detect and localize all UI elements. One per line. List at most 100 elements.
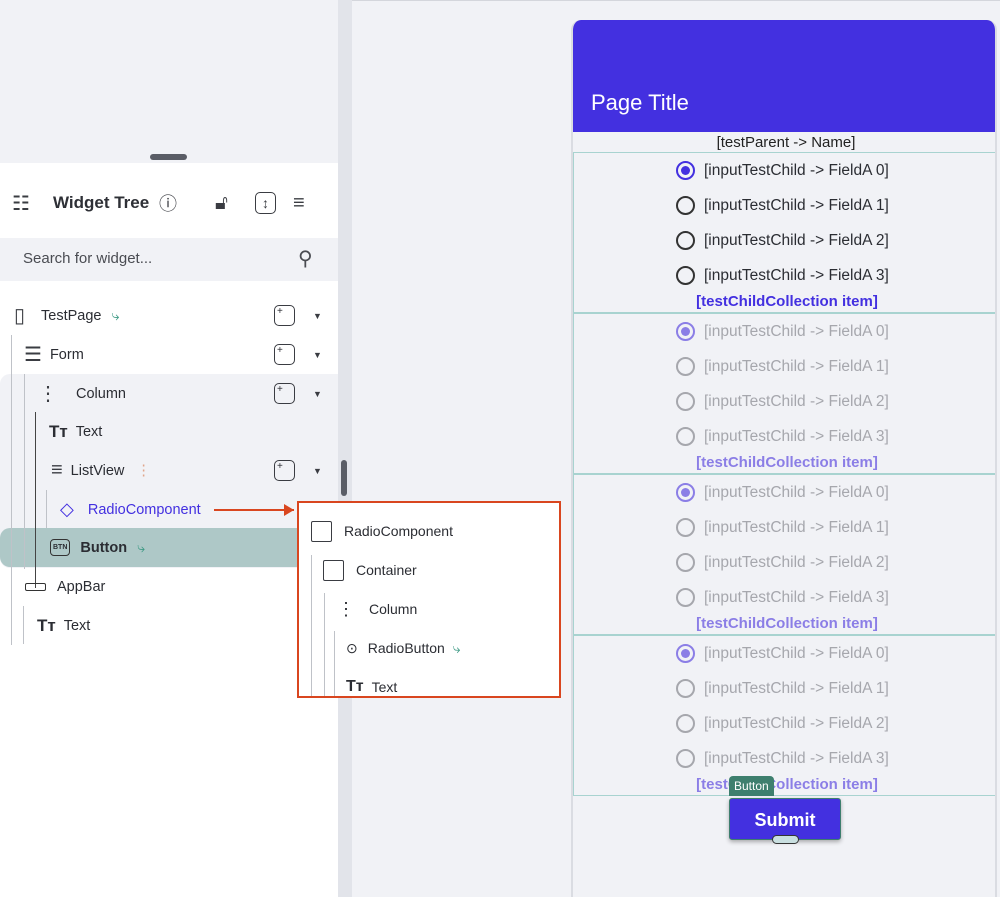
label: Text [63,617,91,634]
add-widget-icon[interactable]: + [274,383,295,404]
label: Container [356,562,417,578]
info-icon[interactable]: ⓘ [159,188,177,218]
radio-option[interactable]: [inputTestChild -> FieldA 0] [676,644,889,663]
search-input[interactable]: Search for widget... ⚲ [0,238,338,281]
label: RadioComponent [87,501,201,518]
radio-icon[interactable] [676,196,695,215]
panel-title: Widget Tree [53,193,150,212]
radio-icon[interactable] [676,427,695,446]
text-icon: Tт [49,421,68,441]
radio-option[interactable]: [inputTestChild -> FieldA 2] [676,714,889,733]
parent-name-text: [testParent -> Name] [716,134,856,151]
radio-option[interactable]: [inputTestChild -> FieldA 2] [676,392,889,411]
label: Button [80,539,128,556]
collection-item-label: [testChildCollection item] [696,293,878,310]
radio-label: [inputTestChild -> FieldA 0] [704,322,889,340]
collapse-all-icon[interactable]: ≡ [293,188,305,218]
component-gem-icon: ◇ [60,499,74,519]
action-icon: ⤷ [111,307,120,324]
tree-item-appbar[interactable]: AppBar [0,567,338,606]
phone-preview: Page Title [testParent -> Name] [inputTe… [571,20,997,897]
radio-label: [inputTestChild -> FieldA 3] [704,427,889,445]
radio-option[interactable]: [inputTestChild -> FieldA 1] [676,679,889,698]
popup-item-radiocomponent[interactable]: RadioComponent [311,519,453,543]
radio-option[interactable]: [inputTestChild -> FieldA 2] [676,553,889,572]
button-icon: BTN [50,539,71,556]
popup-item-radiobutton[interactable]: ⊙ RadioButton ⤷ [346,636,461,660]
dropdown-icon[interactable]: ▼ [313,311,322,321]
tree-item-listview[interactable]: ≡ ListView ⋮ + ▼ [0,451,338,490]
radio-icon[interactable] [676,588,695,607]
radio-label: [inputTestChild -> FieldA 0] [704,644,889,662]
radio-icon[interactable] [676,483,695,502]
button-resize-handle[interactable] [772,835,799,844]
dropdown-icon[interactable]: ▼ [313,466,322,476]
radio-icon[interactable] [676,518,695,537]
highlight-arrow [214,509,294,511]
radio-icon[interactable] [676,714,695,733]
radio-icon[interactable] [676,679,695,698]
tree-item-text[interactable]: Tт Text [0,412,338,451]
column-icon: ⋮ [337,598,355,619]
radio-label: [inputTestChild -> FieldA 2] [704,553,889,571]
radio-icon[interactable] [676,266,695,285]
radio-icon[interactable] [676,644,695,663]
dropdown-icon[interactable]: ▼ [313,389,322,399]
resize-handle[interactable] [150,154,187,160]
popup-item-text[interactable]: Tт Text [346,675,398,696]
radio-icon[interactable] [676,749,695,768]
radio-option[interactable]: [inputTestChild -> FieldA 3] [676,749,889,768]
scrollbar[interactable] [341,460,347,496]
add-widget-icon[interactable]: + [274,344,295,365]
radio-icon[interactable] [676,553,695,572]
lock-icon[interactable]: 🔓︎ [215,188,228,218]
radio-option[interactable]: [inputTestChild -> FieldA 1] [676,518,889,537]
radio-icon[interactable] [676,322,695,341]
text-icon: Tт [37,615,56,635]
radio-icon[interactable] [676,231,695,250]
radio-option[interactable]: [inputTestChild -> FieldA 1] [676,196,889,215]
radio-label: [inputTestChild -> FieldA 0] [704,161,889,179]
tree-item-text-2[interactable]: Tт Text [0,606,338,645]
appbar-icon [25,582,46,591]
radio-option[interactable]: [inputTestChild -> FieldA 3] [676,427,889,446]
radio-icon[interactable] [676,161,695,180]
component-tree-popup: RadioComponent Container ⋮ Column ⊙ RadioB… [297,501,561,698]
add-widget-icon[interactable]: + [274,305,295,326]
label: Form [49,346,84,363]
container-icon [311,520,332,542]
radio-option[interactable]: [inputTestChild -> FieldA 3] [676,588,889,607]
dropdown-icon[interactable]: ▼ [313,350,322,360]
column-badge-icon: ⋮ [136,462,151,479]
radio-component-item: [inputTestChild -> FieldA 0] [inputTestCh… [573,474,995,635]
tree-item-button[interactable]: BTN Button ⤷ [0,528,338,567]
radio-icon[interactable] [676,357,695,376]
app-bar[interactable]: Page Title [573,20,995,132]
panel-divider[interactable] [338,0,352,897]
submit-button[interactable]: Submit [729,798,841,840]
radio-option[interactable]: [inputTestChild -> FieldA 0] [676,483,889,502]
tree-item-form[interactable]: ☰ Form + ▼ [0,335,338,374]
container-icon [323,559,344,581]
action-icon: ⤷ [452,639,461,656]
tree-item-column[interactable]: ⋮ Column + ▼ [0,374,338,413]
label: Text [371,679,398,695]
page-title: Page Title [591,90,689,115]
tree-item-testpage[interactable]: ▯ TestPage ⤷ + ▼ [0,296,338,335]
phone-icon: ▯ [14,305,26,327]
search-icon[interactable]: ⚲ [298,246,313,271]
radio-label: [inputTestChild -> FieldA 3] [704,266,889,284]
action-icon: ⤷ [137,539,146,556]
collection-item-label: [testChildCollection item] [696,776,878,793]
add-widget-icon[interactable]: + [274,460,295,481]
radio-option[interactable]: [inputTestChild -> FieldA 0] [676,161,889,180]
listview-icon: ≡ [51,459,63,481]
expand-icon[interactable]: ↕ [255,192,276,214]
radio-option[interactable]: [inputTestChild -> FieldA 3] [676,266,889,285]
popup-item-container[interactable]: Container [323,558,417,582]
radio-option[interactable]: [inputTestChild -> FieldA 2] [676,231,889,250]
radio-option[interactable]: [inputTestChild -> FieldA 0] [676,322,889,341]
radio-option[interactable]: [inputTestChild -> FieldA 1] [676,357,889,376]
popup-item-column[interactable]: ⋮ Column [337,597,417,621]
radio-icon[interactable] [676,392,695,411]
